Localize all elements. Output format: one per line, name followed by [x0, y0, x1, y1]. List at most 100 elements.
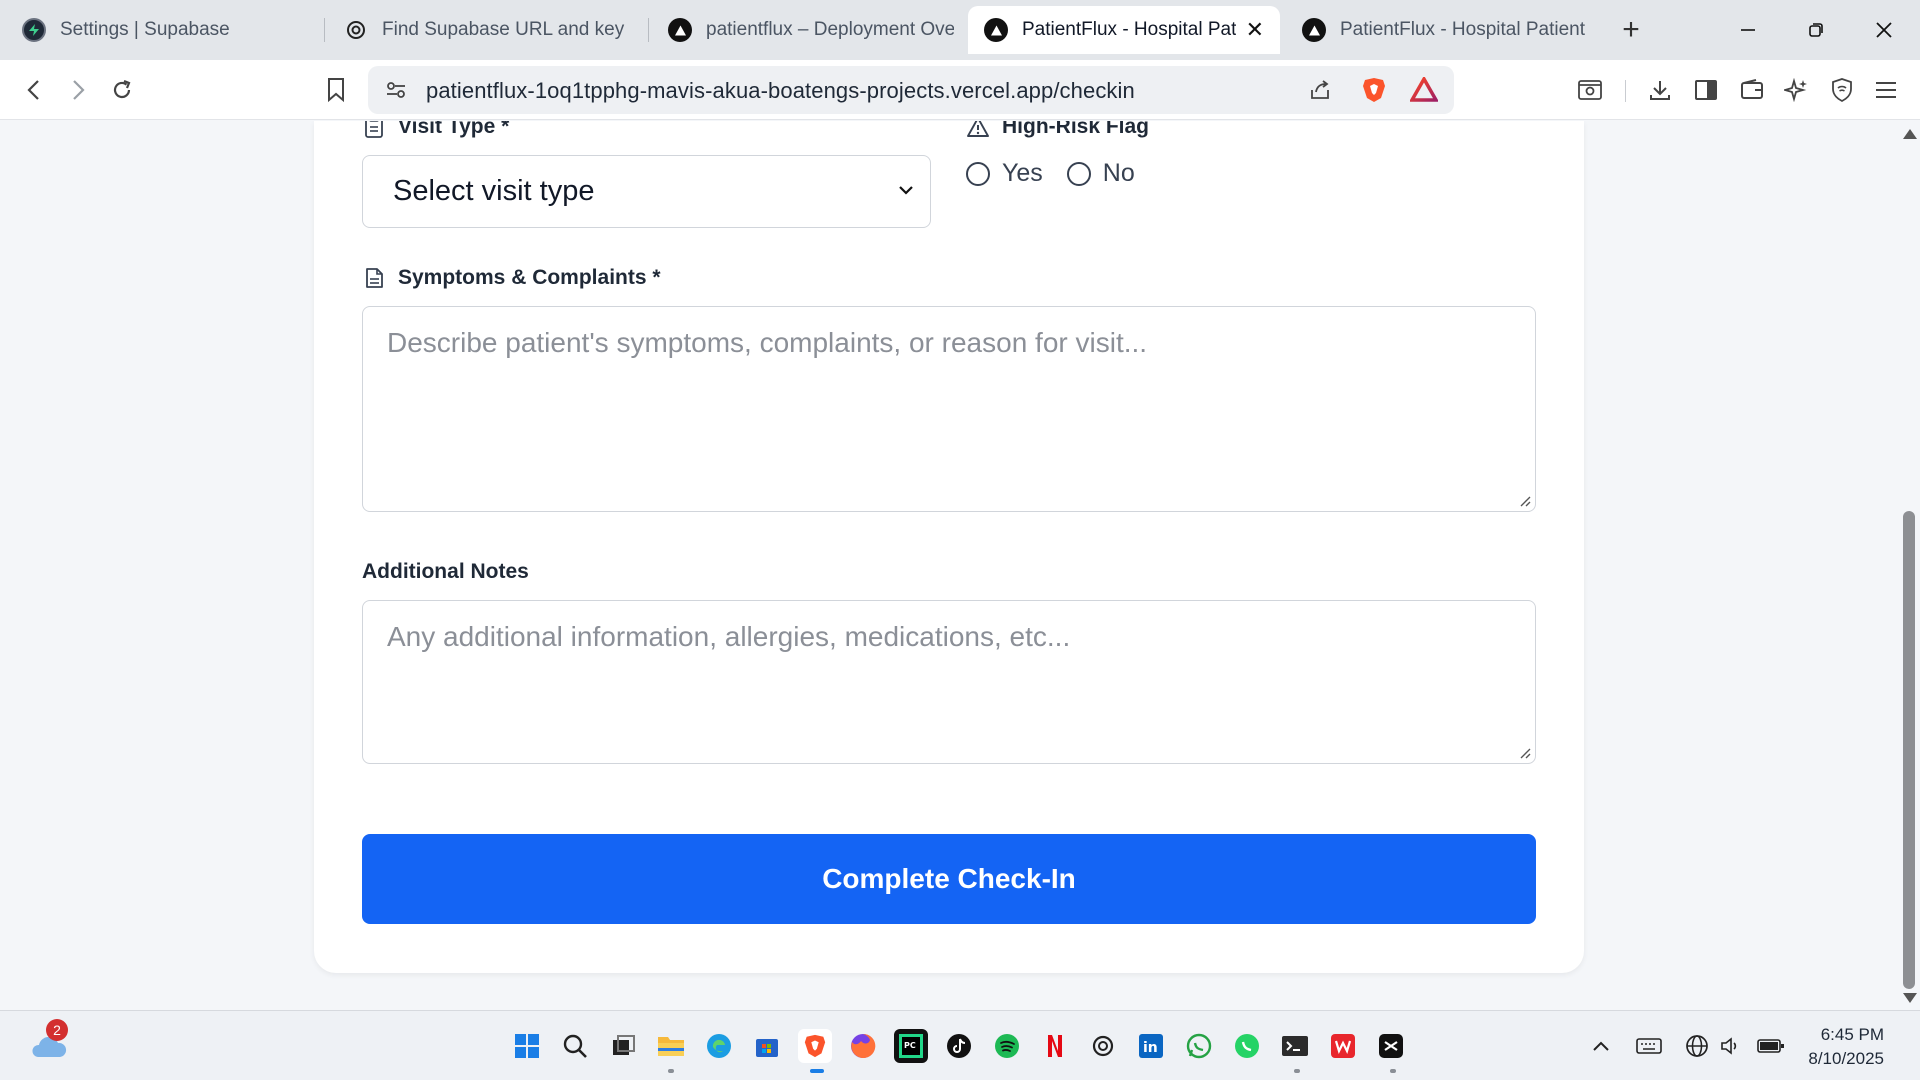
high-risk-yes-radio[interactable]: Yes [966, 159, 1043, 188]
leo-ai-icon[interactable] [1778, 72, 1814, 108]
browser-toolbar: patientflux-1oq1tpphg-mavis-akua-boateng… [0, 60, 1920, 120]
wallet-icon[interactable] [1734, 72, 1770, 108]
back-button[interactable] [16, 72, 52, 108]
tab-label: Find Supabase URL and key [382, 19, 625, 40]
resize-grip-icon[interactable] [1517, 493, 1531, 507]
url-text: patientflux-1oq1tpphg-mavis-akua-boateng… [426, 78, 1135, 103]
whatsapp-business-icon[interactable] [1230, 1029, 1264, 1063]
tab-patientflux-checkin-active[interactable]: PatientFlux - Hospital Patie ✕ [968, 6, 1280, 54]
netflix-icon[interactable] [1038, 1029, 1072, 1063]
network-globe-icon[interactable] [1680, 1029, 1714, 1063]
task-view-icon[interactable] [606, 1029, 640, 1063]
downloads-icon[interactable] [1642, 72, 1678, 108]
vercel-icon [1302, 18, 1326, 42]
high-risk-label-text: High-Risk Flag [1002, 121, 1150, 138]
site-settings-icon[interactable] [380, 74, 412, 106]
battery-icon[interactable] [1754, 1029, 1788, 1063]
volume-icon[interactable] [1714, 1029, 1748, 1063]
radio-label-yes: Yes [1002, 159, 1043, 187]
page-scrollbar[interactable] [1898, 121, 1920, 1010]
high-risk-no-radio[interactable]: No [1066, 159, 1135, 188]
notes-label-text: Additional Notes [362, 560, 529, 583]
tab-label: PatientFlux - Hospital Patie [1022, 19, 1236, 40]
edge-icon[interactable] [702, 1029, 736, 1063]
warning-triangle-icon [966, 121, 990, 139]
chevron-up-icon[interactable] [1584, 1029, 1618, 1063]
close-window-button[interactable] [1854, 8, 1914, 52]
document-icon [362, 266, 386, 290]
visit-type-label-text: Visit Type * [398, 121, 510, 138]
search-icon[interactable] [558, 1029, 592, 1063]
whatsapp-icon[interactable] [1182, 1029, 1216, 1063]
scroll-down-arrow[interactable] [1903, 993, 1917, 1003]
notes-textarea[interactable]: Any additional information, allergies, m… [362, 600, 1536, 764]
system-clock[interactable]: 6:45 PM 8/10/2025 [1800, 1023, 1884, 1071]
reader-mode-icon[interactable] [1572, 72, 1608, 108]
close-tab-icon[interactable]: ✕ [1246, 17, 1264, 43]
resize-grip-icon[interactable] [1517, 745, 1531, 759]
brave-shields-icon[interactable] [1358, 74, 1390, 106]
visit-type-select[interactable]: Select visit type [362, 155, 931, 228]
brave-browser-icon[interactable] [798, 1029, 832, 1063]
file-explorer-icon[interactable] [654, 1029, 688, 1063]
capcut-icon[interactable] [1374, 1029, 1408, 1063]
brave-rewards-icon[interactable] [1408, 74, 1440, 106]
pycharm-icon[interactable]: PC [894, 1029, 928, 1063]
terminal-icon[interactable] [1278, 1029, 1312, 1063]
sidebar-icon[interactable] [1688, 72, 1724, 108]
symptoms-label: Symptoms & Complaints * [362, 266, 661, 290]
tab-label: PatientFlux - Hospital Patient F [1340, 19, 1588, 40]
symptoms-placeholder: Describe patient's symptoms, complaints,… [387, 327, 1148, 358]
tab-label: patientflux – Deployment Over [706, 19, 954, 40]
radio-label-no: No [1102, 159, 1135, 187]
windows-taskbar: 2 PC in 6:45 PM 8/10/2025 [0, 1010, 1920, 1080]
menu-icon[interactable] [1868, 72, 1904, 108]
radio-circle[interactable] [1066, 161, 1091, 186]
restore-button[interactable] [1786, 8, 1846, 52]
symptoms-label-text: Symptoms & Complaints * [398, 266, 661, 289]
notes-label: Additional Notes [362, 560, 529, 584]
tab-patientflux-deployment[interactable]: patientflux – Deployment Over [652, 6, 970, 54]
clock-time: 6:45 PM [1820, 1025, 1884, 1044]
tab-strip: Settings | Supabase Find Supabase URL an… [0, 0, 1920, 60]
tab-settings-supabase[interactable]: Settings | Supabase [6, 6, 324, 54]
keyboard-icon[interactable] [1632, 1029, 1666, 1063]
share-icon[interactable] [1304, 74, 1336, 106]
vercel-icon [984, 18, 1008, 42]
linkedin-icon[interactable]: in [1134, 1029, 1168, 1063]
svg-text:in: in [1143, 1040, 1158, 1056]
clipboard-icon [362, 121, 386, 139]
spotify-icon[interactable] [990, 1029, 1024, 1063]
supabase-icon [22, 18, 46, 42]
vercel-icon [668, 18, 692, 42]
firefox-icon[interactable] [846, 1029, 880, 1063]
microsoft-store-icon[interactable] [750, 1029, 784, 1063]
page-viewport: Visit Type * Select visit type High-Risk… [0, 121, 1898, 1010]
visit-type-label: Visit Type * [362, 121, 509, 139]
chevron-down-icon [899, 186, 913, 195]
high-risk-label: High-Risk Flag [966, 121, 1149, 139]
wps-office-icon[interactable] [1326, 1029, 1360, 1063]
complete-checkin-button[interactable]: Complete Check-In [362, 834, 1536, 924]
vpn-shield-icon[interactable] [1824, 72, 1860, 108]
openai-icon [344, 18, 368, 42]
new-tab-button[interactable]: + [1614, 10, 1648, 50]
visit-type-selected-value: Select visit type [393, 175, 595, 207]
symptoms-textarea[interactable]: Describe patient's symptoms, complaints,… [362, 306, 1536, 512]
bookmark-button[interactable] [318, 72, 354, 108]
tab-patientflux-hospital[interactable]: PatientFlux - Hospital Patient F [1286, 6, 1604, 54]
reload-button[interactable] [104, 72, 140, 108]
chatgpt-icon[interactable] [1086, 1029, 1120, 1063]
clock-date: 8/10/2025 [1808, 1049, 1884, 1068]
minimize-button[interactable] [1718, 8, 1778, 52]
tab-find-supabase-url[interactable]: Find Supabase URL and key [328, 6, 646, 54]
address-bar[interactable]: patientflux-1oq1tpphg-mavis-akua-boateng… [368, 66, 1454, 114]
tiktok-icon[interactable] [942, 1029, 976, 1063]
scroll-up-arrow[interactable] [1903, 129, 1917, 139]
windows-start-icon[interactable] [510, 1029, 544, 1063]
high-risk-radio-group: Yes No [966, 159, 1159, 188]
radio-circle[interactable] [966, 161, 990, 186]
svg-text:PC: PC [904, 1041, 916, 1050]
forward-button[interactable] [60, 72, 96, 108]
scrollbar-thumb[interactable] [1903, 511, 1915, 989]
